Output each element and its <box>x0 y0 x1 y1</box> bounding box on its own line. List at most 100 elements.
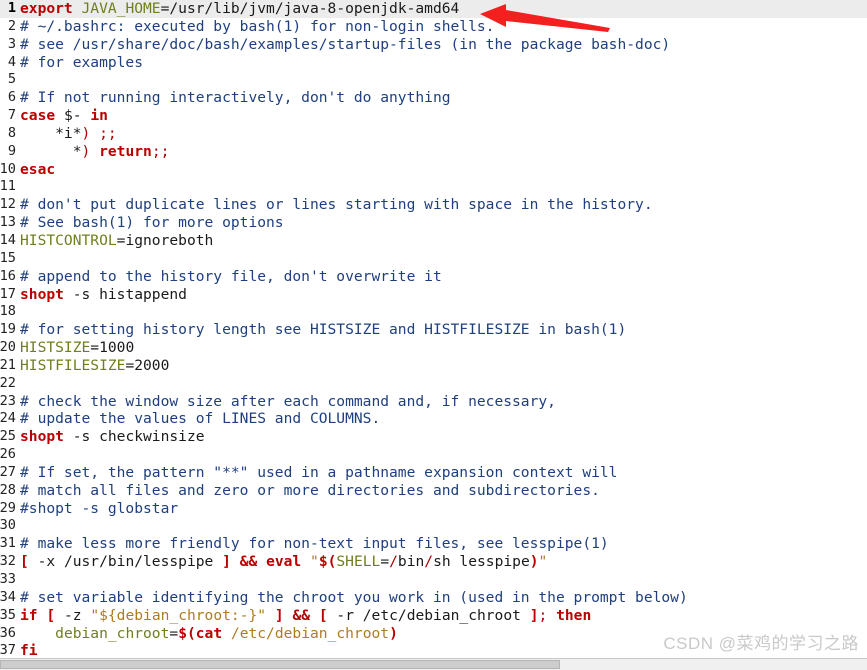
code-line-content[interactable]: *i*) ;; <box>20 125 117 143</box>
code-line-content[interactable]: [ -x /usr/bin/lesspipe ] && eval "$(SHEL… <box>20 553 547 571</box>
line-number: 37 <box>0 642 16 658</box>
line-number: 27 <box>0 463 16 480</box>
code-line-content[interactable]: # check the window size after each comma… <box>20 393 556 411</box>
code-lines-container[interactable]: 1 export JAVA_HOME=/usr/lib/jvm/java-8-op… <box>0 0 867 658</box>
code-line[interactable]: 24 # update the values of LINES and COLUM… <box>0 410 867 428</box>
code-token: # for examples <box>20 53 144 71</box>
code-line[interactable]: 27 # If set, the pattern "**" used in a p… <box>0 464 867 482</box>
code-line[interactable]: 34 # set variable identifying the chroot … <box>0 589 867 607</box>
code-line[interactable]: 23 # check the window size after each com… <box>0 393 867 411</box>
line-number: 19 <box>0 321 16 338</box>
code-token: bin <box>397 553 425 571</box>
code-line[interactable]: 11 <box>0 178 867 196</box>
code-line[interactable]: 21 HISTFILESIZE=2000 <box>0 357 867 375</box>
code-token: ) <box>81 142 91 160</box>
code-token: $( <box>178 624 196 642</box>
code-line[interactable]: 32[ -x /usr/bin/lesspipe ] && eval "$(SH… <box>0 553 867 571</box>
code-token: JAVA_HOME <box>81 0 161 17</box>
code-line-content[interactable]: #shopt -s globstar <box>20 500 178 518</box>
horizontal-scrollbar-thumb[interactable] <box>0 660 560 669</box>
code-token: [ <box>318 606 328 624</box>
code-line[interactable]: 13 # See bash(1) for more options <box>0 214 867 232</box>
line-number: 23 <box>0 392 16 409</box>
code-line-content[interactable]: # set variable identifying the chroot yo… <box>20 589 688 607</box>
code-line[interactable]: 16 # append to the history file, don't ov… <box>0 268 867 286</box>
code-line[interactable]: 14 HISTCONTROL=ignoreboth <box>0 232 867 250</box>
code-line[interactable]: 28 # match all files and zero or more dir… <box>0 482 867 500</box>
code-line[interactable]: 1 export JAVA_HOME=/usr/lib/jvm/java-8-op… <box>0 0 867 18</box>
line-number: 1 <box>7 0 16 16</box>
code-line[interactable]: 2 # ~/.bashrc: executed by bash(1) for no… <box>0 18 867 36</box>
code-line[interactable]: 3 # see /usr/share/doc/bash/examples/star… <box>0 36 867 54</box>
code-line-content[interactable]: # See bash(1) for more options <box>20 214 284 232</box>
code-token: cat <box>195 624 223 642</box>
code-line-content[interactable]: export JAVA_HOME=/usr/lib/jvm/java-8-ope… <box>20 0 459 18</box>
code-line-content[interactable]: shopt -s checkwinsize <box>20 428 205 446</box>
code-line-content[interactable]: # append to the history file, don't over… <box>20 268 442 286</box>
code-token: # make less more friendly for non-text i… <box>20 535 609 553</box>
code-line[interactable]: 33 <box>0 571 867 589</box>
code-line[interactable]: 7 case $- in <box>0 107 867 125</box>
code-line[interactable]: 9 *) return;; <box>0 143 867 161</box>
code-line-content[interactable]: fi <box>20 642 38 658</box>
code-token: && <box>239 553 258 571</box>
code-line-content[interactable]: case $- in <box>20 107 108 125</box>
code-line-content[interactable]: # If set, the pattern "**" used in a pat… <box>20 464 617 482</box>
code-token: ] <box>274 606 284 624</box>
code-line-content[interactable]: debian_chroot=$(cat /etc/debian_chroot) <box>20 625 398 643</box>
code-line-content[interactable]: *) return;; <box>20 142 170 161</box>
code-token: ] <box>222 553 231 571</box>
code-line[interactable]: 18 <box>0 303 867 321</box>
code-token: export <box>20 0 73 17</box>
code-line-content[interactable]: # see /usr/share/doc/bash/examples/start… <box>20 36 670 54</box>
code-line-content[interactable]: if [ -z "${debian_chroot:-}" ] && [ -r /… <box>20 607 591 625</box>
line-number: 35 <box>0 606 16 623</box>
line-number: 6 <box>7 89 16 106</box>
code-line-content[interactable]: esac <box>20 161 55 179</box>
code-token: -s histappend <box>63 285 187 303</box>
horizontal-scrollbar[interactable] <box>0 658 867 670</box>
code-line[interactable]: 30 <box>0 517 867 535</box>
line-number: 30 <box>0 517 16 534</box>
csdn-watermark: CSDN @菜鸡的学习之路 <box>663 634 859 653</box>
code-line[interactable]: 19 # for setting history length see HISTS… <box>0 321 867 339</box>
code-line-content[interactable]: # ~/.bashrc: executed by bash(1) for non… <box>20 18 494 36</box>
code-line-content[interactable]: HISTFILESIZE=2000 <box>20 357 169 375</box>
line-number: 26 <box>0 446 16 463</box>
code-line[interactable]: 10 esac <box>0 161 867 179</box>
line-number: 32 <box>0 553 16 570</box>
code-line-content[interactable]: # for setting history length see HISTSIZ… <box>20 321 626 339</box>
code-line[interactable]: 8 *i*) ;; <box>0 125 867 143</box>
code-token: case <box>20 107 56 125</box>
line-number: 14 <box>0 231 16 248</box>
code-line[interactable]: 4 # for examples <box>0 54 867 72</box>
code-line[interactable]: 12 # don't put duplicate lines or lines s… <box>0 196 867 214</box>
code-token: shopt <box>20 285 64 303</box>
code-line[interactable]: 25 shopt -s checkwinsize <box>0 428 867 446</box>
code-line-content[interactable]: # for examples <box>20 54 143 72</box>
code-token: # check the window size after each comma… <box>20 392 556 410</box>
code-line-content[interactable]: # don't put duplicate lines or lines sta… <box>20 196 653 214</box>
code-line[interactable]: 26 <box>0 446 867 464</box>
code-line[interactable]: 5 <box>0 71 867 89</box>
line-number: 25 <box>0 428 16 445</box>
code-token: return <box>99 142 152 160</box>
code-token: / <box>424 553 434 571</box>
code-line-content[interactable]: HISTSIZE=1000 <box>20 339 134 357</box>
code-line[interactable]: 22 <box>0 375 867 393</box>
code-line[interactable]: 17 shopt -s histappend <box>0 286 867 304</box>
code-line[interactable]: 35 if [ -z "${debian_chroot:-}" ] && [ -r… <box>0 607 867 625</box>
code-line[interactable]: 6 # If not running interactively, don't d… <box>0 89 867 107</box>
code-token: $- <box>55 107 91 125</box>
code-line[interactable]: 29 #shopt -s globstar <box>0 500 867 518</box>
code-line[interactable]: 31 # make less more friendly for non-text… <box>0 535 867 553</box>
code-line-content[interactable]: # match all files and zero or more direc… <box>20 482 600 500</box>
code-token: -z <box>55 606 91 624</box>
code-line-content[interactable]: shopt -s histappend <box>20 286 187 304</box>
code-line[interactable]: 15 <box>0 250 867 268</box>
code-line-content[interactable]: # update the values of LINES and COLUMNS… <box>20 410 380 428</box>
code-line-content[interactable]: HISTCONTROL=ignoreboth <box>20 232 213 250</box>
code-line-content[interactable]: # If not running interactively, don't do… <box>20 89 451 107</box>
code-line-content[interactable]: # make less more friendly for non-text i… <box>20 535 609 553</box>
code-line[interactable]: 20 HISTSIZE=1000 <box>0 339 867 357</box>
